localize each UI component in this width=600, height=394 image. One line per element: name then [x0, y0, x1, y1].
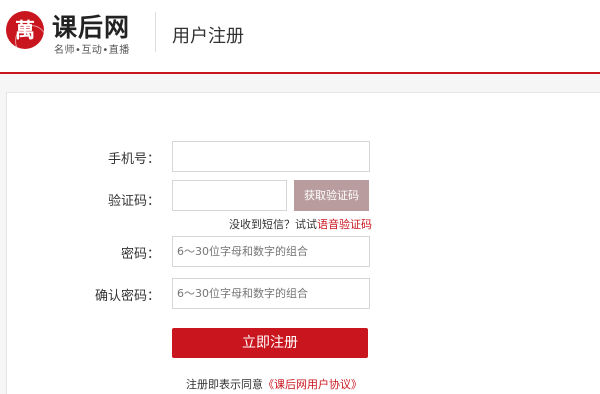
get-code-button[interactable]: 获取验证码: [294, 180, 369, 211]
code-label: 验证码：: [107, 194, 160, 209]
logo[interactable]: 萬: [6, 11, 47, 57]
agree-text: 注册即表示同意: [186, 378, 263, 391]
register-button[interactable]: 立即注册: [172, 328, 368, 358]
site-slogan: 名师•互动•直播: [54, 45, 130, 56]
logo-glyph: 萬: [15, 18, 35, 42]
site-name[interactable]: 课后网: [52, 8, 130, 44]
header-divider: [155, 12, 156, 52]
agreement-note: 注册即表示同意《课后网用户协议》: [186, 376, 362, 392]
user-agreement-link[interactable]: 《课后网用户协议》: [263, 378, 362, 391]
code-input[interactable]: [172, 180, 287, 211]
no-sms-text: 没收到短信？试试: [229, 218, 317, 231]
phone-input[interactable]: [172, 141, 370, 172]
header: 萬 课后网 名师•互动•直播 用户注册: [0, 0, 600, 74]
voice-code-link[interactable]: 语音验证码: [317, 218, 372, 231]
password-label: 密码：: [120, 247, 160, 262]
phone-label: 手机号：: [107, 152, 160, 167]
no-sms-hint: 没收到短信？试试语音验证码: [229, 216, 372, 232]
confirm-password-input[interactable]: [172, 278, 370, 309]
password-input[interactable]: [172, 236, 370, 267]
confirm-password-label: 确认密码：: [94, 289, 160, 304]
page-title: 用户注册: [172, 26, 244, 47]
